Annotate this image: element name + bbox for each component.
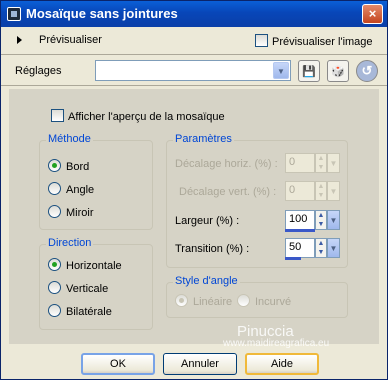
direction-bilateral-radio[interactable]: [48, 304, 61, 317]
corner-linear-label: Linéaire: [193, 296, 233, 308]
method-corner-option[interactable]: Angle: [48, 182, 94, 198]
method-mirror-radio[interactable]: [48, 205, 61, 218]
reset-button[interactable]: ↺: [356, 60, 378, 82]
spin-arrows-icon[interactable]: ▲ ▼: [315, 210, 327, 230]
preview-image-checkbox[interactable]: [255, 34, 268, 47]
parameters-legend: Paramètres: [173, 133, 234, 145]
cancel-button[interactable]: Annuler: [163, 353, 237, 375]
close-button[interactable]: ×: [362, 4, 383, 24]
direction-group: Direction Horizontale Verticale Bilatéra…: [39, 237, 153, 330]
title-bar[interactable]: Mosaïque sans jointures ×: [1, 1, 387, 27]
method-edge-label: Bord: [66, 161, 90, 173]
presets-label: Réglages: [15, 65, 62, 77]
direction-vertical-label: Verticale: [66, 283, 109, 295]
method-corner-label: Angle: [66, 184, 95, 196]
settings-panel: Afficher l'aperçu de la mosaïque Méthode…: [9, 89, 379, 344]
watermark-url: www.maidireagrafica.eu: [223, 338, 330, 349]
presets-row: Réglages ▼ 💾 🎲 ↺: [1, 54, 387, 86]
corner-linear-radio[interactable]: [175, 294, 188, 307]
watermark: Pinuccia www.maidireagrafica.eu: [223, 323, 329, 349]
dice-icon: 🎲: [331, 66, 345, 78]
randomize-button[interactable]: 🎲: [327, 60, 349, 82]
reset-icon: ↺: [361, 63, 373, 78]
corner-style-legend: Style d'angle: [173, 275, 240, 287]
chevron-down-icon[interactable]: ▼: [273, 62, 289, 79]
horizontal-offset-stepper[interactable]: 0 ▲ ▼ ▼: [285, 153, 341, 175]
expand-arrow-icon[interactable]: [17, 36, 22, 44]
transition-slider-bar[interactable]: [285, 257, 301, 260]
window-title: Mosaïque sans jointures: [26, 6, 178, 21]
preview-image-option[interactable]: Prévisualiser l'image: [255, 34, 373, 48]
param-transition: Transition (%) : 50 ▲ ▼ ▼: [175, 238, 345, 260]
show-tile-preview-checkbox[interactable]: [51, 109, 64, 122]
direction-bilateral-option[interactable]: Bilatérale: [48, 304, 112, 320]
preview-toolbar: Prévisualiser Prévisualiser l'image: [1, 28, 387, 54]
save-icon: 💾: [302, 66, 316, 78]
help-button[interactable]: Aide: [245, 353, 319, 375]
spin-arrows-icon[interactable]: ▲ ▼: [315, 238, 327, 258]
direction-horizontal-radio[interactable]: [48, 258, 61, 271]
direction-horizontal-option[interactable]: Horizontale: [48, 258, 122, 274]
ok-button[interactable]: OK: [81, 353, 155, 375]
save-preset-button[interactable]: 💾: [298, 60, 320, 82]
show-tile-preview-label: Afficher l'aperçu de la mosaïque: [68, 111, 225, 123]
chevron-down-icon[interactable]: ▼: [327, 210, 340, 230]
preview-label[interactable]: Prévisualiser: [39, 34, 102, 46]
param-horizontal-offset: Décalage horiz. (%) : 0 ▲ ▼ ▼: [175, 153, 345, 175]
vertical-offset-value[interactable]: 0: [285, 181, 315, 201]
corner-curved-radio[interactable]: [237, 294, 250, 307]
width-slider-bar[interactable]: [285, 229, 315, 232]
vertical-offset-stepper[interactable]: 0 ▲ ▼ ▼: [285, 181, 341, 203]
chevron-down-icon[interactable]: ▼: [327, 153, 340, 173]
method-corner-radio[interactable]: [48, 182, 61, 195]
direction-vertical-radio[interactable]: [48, 281, 61, 294]
width-value[interactable]: 100: [285, 210, 315, 230]
presets-dropdown[interactable]: ▼: [95, 60, 291, 81]
method-mirror-option[interactable]: Miroir: [48, 205, 94, 221]
corner-curved-label: Incurvé: [255, 296, 292, 308]
param-width: Largeur (%) : 100 ▲ ▼ ▼: [175, 210, 345, 232]
method-mirror-label: Miroir: [66, 207, 94, 219]
transition-label: Transition (%) :: [175, 243, 250, 255]
corner-style-group: Style d'angle Linéaire Incurvé: [166, 275, 348, 318]
horizontal-offset-value[interactable]: 0: [285, 153, 315, 173]
dialog-window: Mosaïque sans jointures × Prévisualiser …: [0, 0, 388, 380]
method-legend: Méthode: [46, 133, 93, 145]
direction-vertical-option[interactable]: Verticale: [48, 281, 108, 297]
show-tile-preview-option[interactable]: Afficher l'aperçu de la mosaïque: [51, 109, 225, 123]
preview-image-label: Prévisualiser l'image: [272, 36, 373, 48]
chevron-down-icon[interactable]: ▼: [327, 181, 340, 201]
transition-value[interactable]: 50: [285, 238, 315, 258]
app-icon: [7, 7, 21, 21]
spin-arrows-icon[interactable]: ▲ ▼: [315, 153, 327, 173]
direction-horizontal-label: Horizontale: [66, 260, 122, 272]
width-label: Largeur (%) :: [175, 215, 240, 227]
parameters-group: Paramètres Décalage horiz. (%) : 0 ▲ ▼ ▼ …: [166, 133, 348, 268]
method-edge-option[interactable]: Bord: [48, 159, 89, 175]
horizontal-offset-label: Décalage horiz. (%) :: [175, 158, 278, 170]
param-vertical-offset: Décalage vert. (%) : 0 ▲ ▼ ▼: [175, 181, 345, 203]
corner-linear-option[interactable]: Linéaire: [175, 294, 232, 310]
spin-arrows-icon[interactable]: ▲ ▼: [315, 181, 327, 201]
corner-curved-option[interactable]: Incurvé: [237, 294, 291, 310]
method-group: Méthode Bord Angle Miroir: [39, 133, 153, 230]
method-edge-radio[interactable]: [48, 159, 61, 172]
direction-legend: Direction: [46, 237, 94, 249]
transition-stepper[interactable]: 50 ▲ ▼ ▼: [285, 238, 341, 260]
direction-bilateral-label: Bilatérale: [66, 306, 112, 318]
chevron-down-icon[interactable]: ▼: [327, 238, 340, 258]
vertical-offset-label: Décalage vert. (%) :: [179, 186, 277, 198]
width-stepper[interactable]: 100 ▲ ▼ ▼: [285, 210, 341, 232]
